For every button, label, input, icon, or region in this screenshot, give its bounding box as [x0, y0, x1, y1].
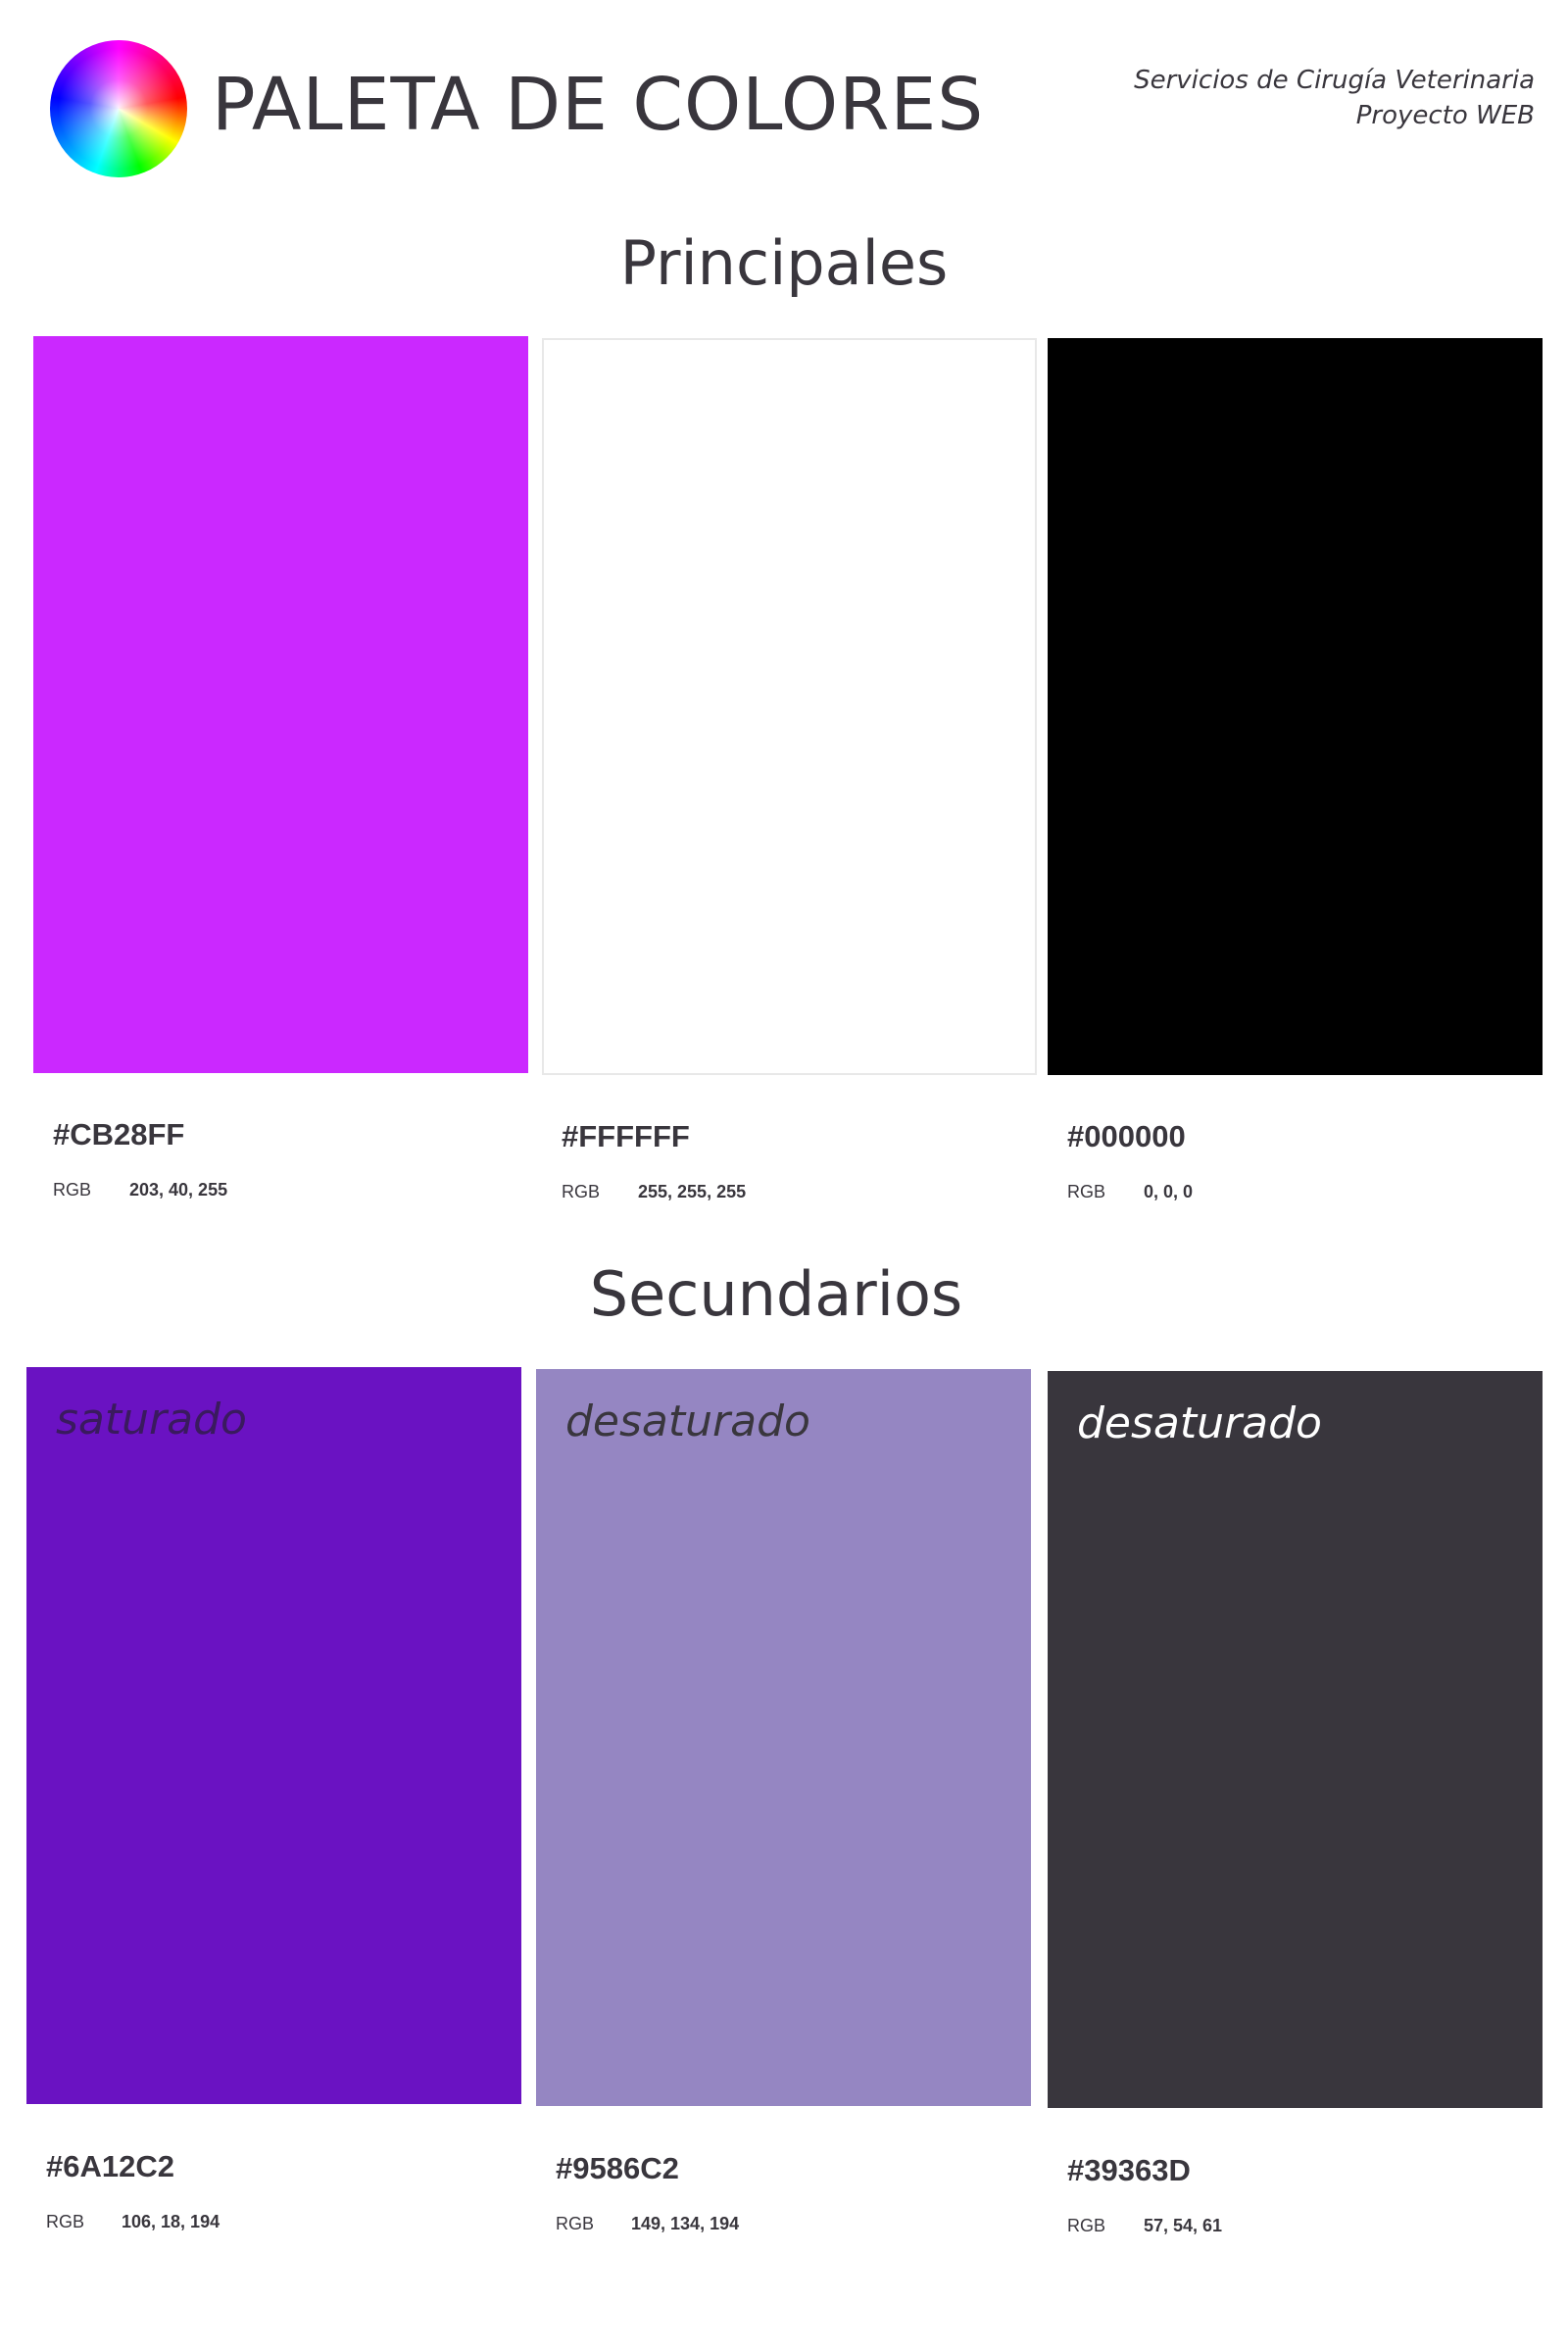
swatch-primary-2 [542, 338, 1037, 1075]
rgb-value: 0, 0, 0 [1144, 1182, 1194, 1201]
rgb-label: RGB [1067, 2216, 1106, 2235]
page-title: PALETA DE COLORES [212, 63, 985, 147]
hex-code: #6A12C2 [46, 2149, 174, 2183]
swatch-secondary-1: saturado [26, 1367, 521, 2104]
section-title-principales: Principales [619, 227, 949, 299]
swatch-primary-1 [33, 336, 528, 1073]
color-wheel-icon [50, 40, 187, 177]
swatch-secondary-3: desaturado [1048, 1371, 1543, 2108]
rgb-label: RGB [562, 1182, 601, 1201]
swatch-label: desaturado [1077, 1398, 1322, 1448]
rgb-label: RGB [46, 2212, 85, 2231]
hex-code: #FFFFFF [562, 1119, 690, 1153]
rgb-value: 149, 134, 194 [631, 2214, 740, 2233]
rgb-value: 255, 255, 255 [638, 1182, 747, 1201]
hex-code: #39363D [1067, 2153, 1191, 2187]
rgb-label: RGB [556, 2214, 595, 2233]
rgb-label: RGB [53, 1180, 92, 1200]
section-title-secundarios: Secundarios [589, 1258, 963, 1330]
subtitle: Servicios de Cirugía Veterinaria Proyect… [1134, 63, 1535, 133]
rgb-value: 106, 18, 194 [122, 2212, 220, 2231]
hex-code: #9586C2 [556, 2151, 679, 2185]
swatch-label: desaturado [565, 1396, 810, 1446]
swatch-secondary-2: desaturado [536, 1369, 1031, 2106]
swatch-primary-3 [1048, 338, 1543, 1075]
header: PALETA DE COLORES Servicios de Cirugía V… [0, 0, 1568, 196]
hex-code: #CB28FF [53, 1117, 185, 1152]
swatch-label: saturado [56, 1395, 247, 1445]
rgb-label: RGB [1067, 1182, 1106, 1201]
subtitle-line-2: Proyecto WEB [1355, 101, 1535, 130]
rgb-value: 57, 54, 61 [1144, 2216, 1223, 2235]
hex-code: #000000 [1067, 1119, 1186, 1153]
rgb-value: 203, 40, 255 [129, 1180, 228, 1200]
subtitle-line-1: Servicios de Cirugía Veterinaria [1134, 66, 1535, 95]
